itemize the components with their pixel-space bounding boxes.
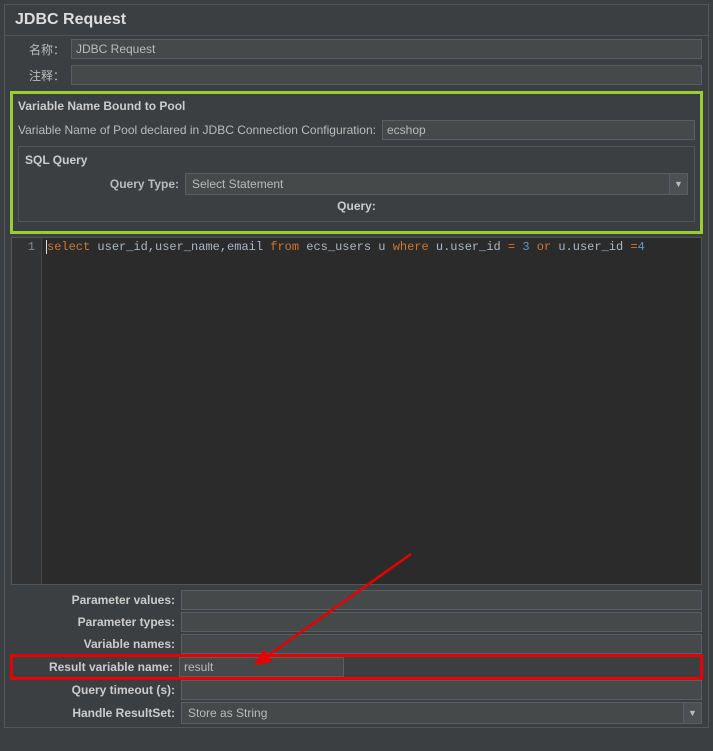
parameter-types-row: Parameter types: <box>11 611 702 633</box>
comment-row: 注释： <box>5 62 708 88</box>
handle-resultset-value: Store as String <box>182 706 683 720</box>
parameter-values-label: Parameter values: <box>11 593 181 607</box>
name-label: 名称： <box>11 41 71 58</box>
variable-names-row: Variable names: <box>11 633 702 655</box>
pool-legend: Variable Name Bound to Pool <box>18 97 695 117</box>
jdbc-request-panel: JDBC Request 名称： 注释： Variable Name Bound… <box>4 4 709 728</box>
pool-row: Variable Name of Pool declared in JDBC C… <box>18 117 695 146</box>
name-input[interactable] <box>71 39 702 59</box>
code-gutter: 1 <box>12 238 42 584</box>
sql-legend: SQL Query <box>25 151 688 171</box>
params-section: Parameter values: Parameter types: Varia… <box>11 589 702 725</box>
result-variable-label: Result variable name: <box>13 660 179 674</box>
query-type-row: Query Type: Select Statement ▼ <box>25 171 688 197</box>
pool-and-query-highlight: Variable Name Bound to Pool Variable Nam… <box>11 92 702 233</box>
query-timeout-input[interactable] <box>181 680 702 700</box>
chevron-down-icon: ▼ <box>669 174 687 194</box>
query-header: Query: <box>25 197 688 215</box>
comment-input[interactable] <box>71 65 702 85</box>
parameter-types-input[interactable] <box>181 612 702 632</box>
pool-input[interactable] <box>382 120 695 140</box>
comment-label: 注释： <box>11 67 71 84</box>
variable-names-input[interactable] <box>181 634 702 654</box>
query-type-dropdown[interactable]: Select Statement ▼ <box>185 173 688 195</box>
panel-title: JDBC Request <box>5 5 708 36</box>
query-type-label: Query Type: <box>25 177 185 191</box>
sql-query-fieldset: SQL Query Query Type: Select Statement ▼… <box>18 146 695 222</box>
handle-resultset-row: Handle ResultSet: Store as String ▼ <box>11 701 702 725</box>
parameter-values-row: Parameter values: <box>11 589 702 611</box>
code-line: select user_id,user_name,email from ecs_… <box>46 240 697 254</box>
query-timeout-row: Query timeout (s): <box>11 679 702 701</box>
name-row: 名称： <box>5 36 708 62</box>
code-content[interactable]: select user_id,user_name,email from ecs_… <box>42 238 701 584</box>
chevron-down-icon: ▼ <box>683 703 701 723</box>
sql-code-editor[interactable]: 1 select user_id,user_name,email from ec… <box>11 237 702 585</box>
parameter-values-input[interactable] <box>181 590 702 610</box>
pool-label: Variable Name of Pool declared in JDBC C… <box>18 123 382 137</box>
parameter-types-label: Parameter types: <box>11 615 181 629</box>
handle-resultset-label: Handle ResultSet: <box>11 706 181 720</box>
line-number: 1 <box>12 240 35 254</box>
result-variable-row: Result variable name: <box>11 655 702 679</box>
result-variable-input[interactable] <box>179 657 344 677</box>
handle-resultset-dropdown[interactable]: Store as String ▼ <box>181 702 702 724</box>
query-type-value: Select Statement <box>186 177 669 191</box>
variable-names-label: Variable names: <box>11 637 181 651</box>
query-timeout-label: Query timeout (s): <box>11 683 181 697</box>
